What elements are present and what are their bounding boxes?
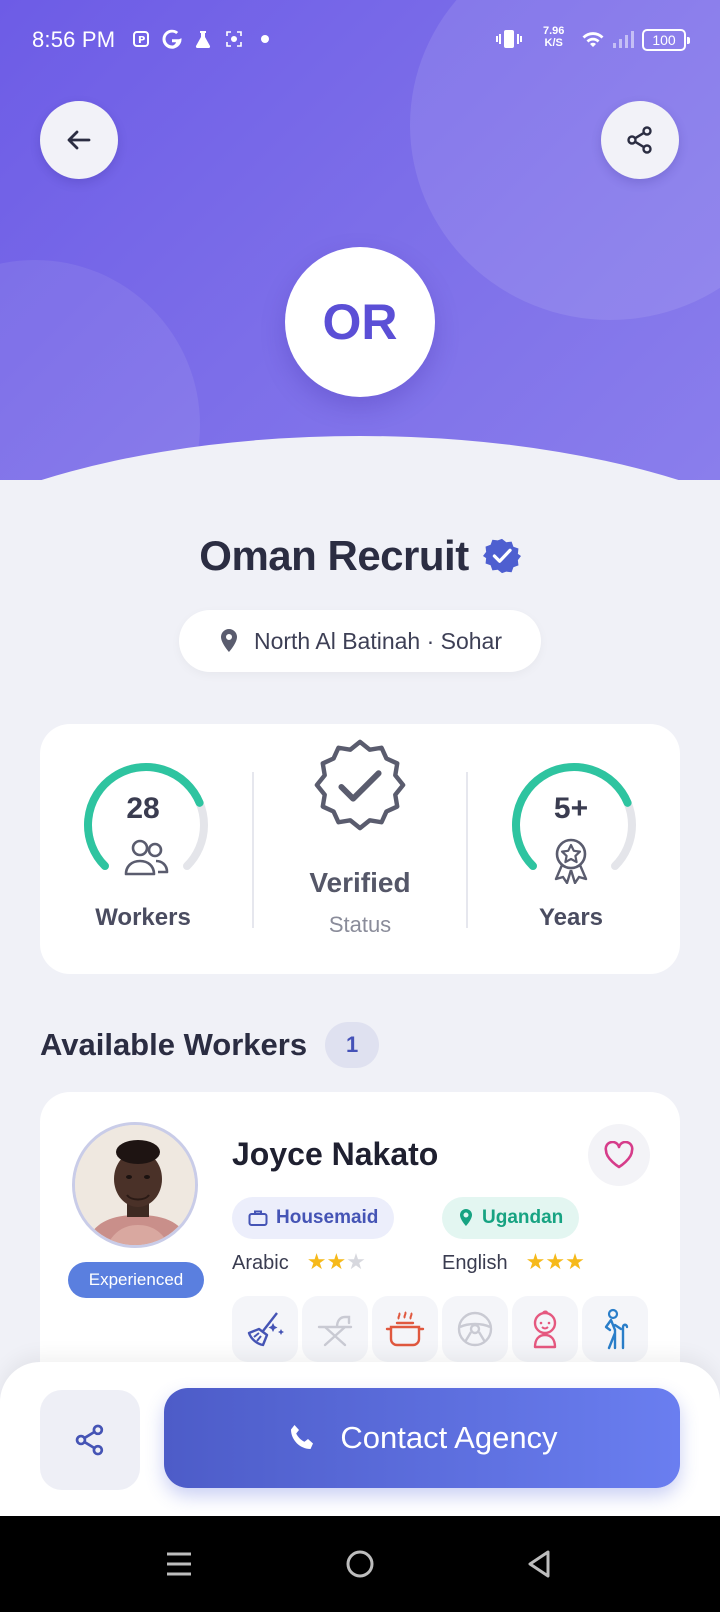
verified-title: Verified bbox=[309, 867, 411, 898]
star-icon: ★ bbox=[525, 1249, 546, 1274]
agency-title-row: Oman Recruit bbox=[0, 532, 720, 580]
lab-flask-icon bbox=[193, 28, 213, 50]
ironing-icon bbox=[317, 1315, 353, 1347]
skill-cooking bbox=[372, 1296, 438, 1362]
skills-row bbox=[232, 1296, 648, 1362]
google-icon bbox=[162, 28, 182, 50]
system-nav-bar bbox=[0, 1516, 720, 1612]
location-pin-icon bbox=[220, 629, 237, 652]
back-nav-icon[interactable] bbox=[524, 1548, 554, 1580]
babysitting-icon bbox=[533, 1310, 557, 1349]
job-tag: Housemaid bbox=[232, 1197, 395, 1239]
worker-name[interactable]: Joyce Nakato bbox=[232, 1136, 438, 1173]
net-speed: 7.96 K/S bbox=[543, 25, 564, 49]
language-english: English ★★★ bbox=[442, 1249, 585, 1275]
elderly-care-icon bbox=[604, 1308, 629, 1350]
back-button[interactable] bbox=[40, 101, 118, 179]
wifi-icon bbox=[580, 28, 606, 50]
verified-subtitle: Status bbox=[328, 912, 392, 937]
job-title: Housemaid bbox=[276, 1207, 379, 1228]
star-icon: ★ bbox=[565, 1249, 585, 1274]
net-speed-unit: K/S bbox=[544, 37, 563, 49]
workers-count: 28 bbox=[126, 792, 160, 825]
star-icon: ★ bbox=[545, 1249, 566, 1274]
share-icon bbox=[75, 1424, 104, 1456]
skill-driving bbox=[442, 1296, 508, 1362]
stat-divider bbox=[252, 772, 254, 928]
worker-photo bbox=[72, 1122, 198, 1248]
header-share-button[interactable] bbox=[601, 101, 679, 179]
cleaning-icon bbox=[247, 1312, 284, 1347]
bottom-action-bar: Contact Agency bbox=[0, 1362, 720, 1516]
phone-icon bbox=[291, 1425, 314, 1449]
status-time: 8:56 PM bbox=[32, 27, 116, 52]
language-arabic: Arabic ★★★ bbox=[232, 1249, 366, 1275]
language-name: English bbox=[442, 1252, 508, 1274]
star-icon: ★ bbox=[346, 1249, 366, 1274]
cellular-signal-icon bbox=[612, 28, 636, 50]
available-workers-header: Available Workers 1 bbox=[40, 1022, 380, 1068]
language-rating: ★★★ bbox=[306, 1249, 366, 1275]
language-name: Arabic bbox=[232, 1252, 289, 1274]
years-label: Years bbox=[538, 904, 604, 931]
notification-dot-icon bbox=[260, 28, 270, 50]
star-icon: ★ bbox=[326, 1249, 347, 1274]
award-ribbon-icon bbox=[554, 838, 588, 884]
nationality-tag: Ugandan bbox=[442, 1197, 580, 1239]
header-bubble-decoration bbox=[0, 260, 200, 480]
workers-count-badge: 1 bbox=[325, 1022, 380, 1068]
contact-label: Contact Agency bbox=[340, 1420, 558, 1455]
location-pill: North Al Batinah · Sohar bbox=[179, 610, 541, 672]
driving-icon bbox=[457, 1311, 493, 1347]
workers-label: Workers bbox=[95, 904, 191, 931]
stat-verified: Verified Status bbox=[260, 724, 460, 974]
parking-icon: P bbox=[133, 28, 151, 50]
verified-badge-icon bbox=[482, 538, 521, 574]
share-icon bbox=[627, 126, 652, 154]
language-rating: ★★★ bbox=[525, 1249, 585, 1275]
stat-years: 5+ Years bbox=[471, 724, 671, 974]
contact-agency-button[interactable]: Contact Agency bbox=[164, 1388, 680, 1488]
location-text: North Al Batinah · Sohar bbox=[253, 627, 503, 654]
briefcase-icon bbox=[248, 1210, 268, 1226]
agency-name: Oman Recruit bbox=[199, 532, 469, 579]
svg-text:P: P bbox=[138, 35, 145, 46]
vibrate-icon bbox=[496, 28, 522, 50]
share-button[interactable] bbox=[40, 1390, 140, 1490]
skill-ironing bbox=[302, 1296, 368, 1362]
star-icon: ★ bbox=[306, 1249, 327, 1274]
net-speed-value: 7.96 bbox=[543, 25, 565, 37]
section-title: Available Workers bbox=[40, 1027, 308, 1062]
agency-avatar: OR bbox=[285, 247, 435, 397]
verified-seal-icon bbox=[314, 739, 406, 831]
cooking-icon bbox=[385, 1311, 425, 1347]
favorite-button[interactable] bbox=[588, 1124, 650, 1186]
stat-workers: 28 Workers bbox=[43, 724, 243, 974]
heart-icon bbox=[604, 1141, 634, 1169]
skill-elderly-care bbox=[582, 1296, 648, 1362]
worker-portrait bbox=[75, 1125, 195, 1245]
battery-indicator: 100 bbox=[642, 29, 690, 51]
stats-card: 28 Workers Verified Status 5+ Years bbox=[40, 724, 680, 974]
home-icon[interactable] bbox=[344, 1548, 376, 1580]
years-count: 5+ bbox=[553, 792, 589, 825]
nationality: Ugandan bbox=[482, 1207, 564, 1228]
recent-apps-icon[interactable] bbox=[164, 1550, 194, 1578]
stat-divider bbox=[466, 772, 468, 928]
arrow-left-icon bbox=[67, 130, 91, 150]
skill-cleaning bbox=[232, 1296, 298, 1362]
location-pin-icon bbox=[460, 1209, 472, 1226]
experience-badge: Experienced bbox=[68, 1262, 204, 1298]
screenshot-icon bbox=[225, 28, 243, 50]
skill-babysitting bbox=[512, 1296, 578, 1362]
status-bar: 8:56 PM P 7.96 K/S 100 bbox=[0, 0, 720, 80]
people-icon bbox=[124, 839, 169, 876]
